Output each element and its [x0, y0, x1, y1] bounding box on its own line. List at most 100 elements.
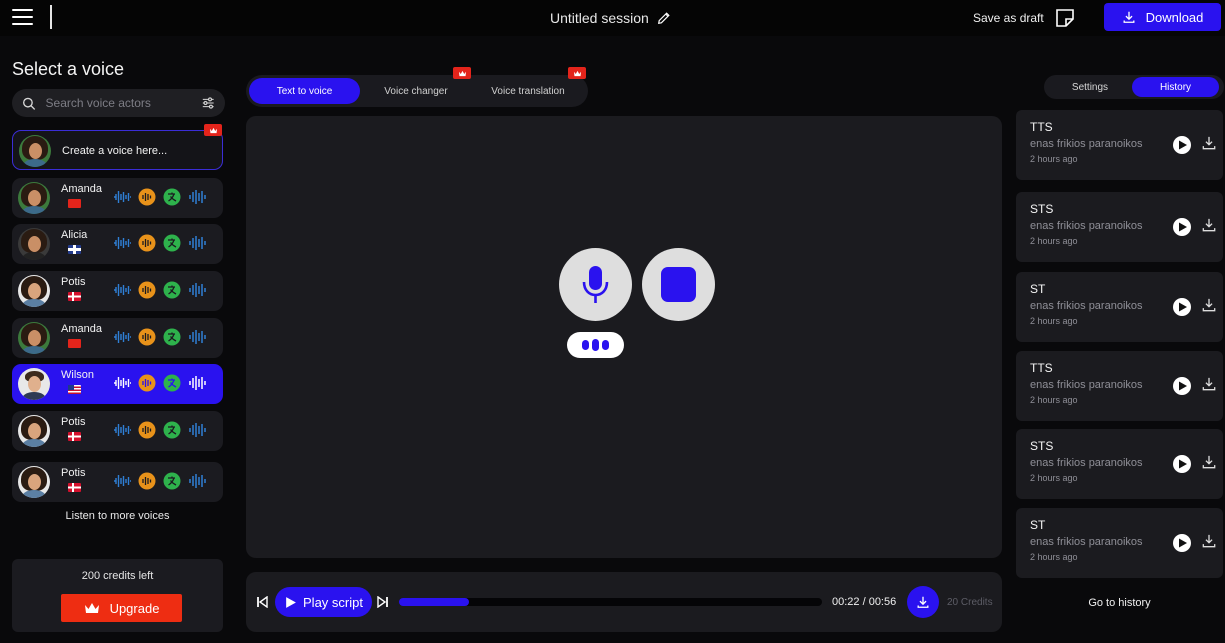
- play-icon[interactable]: [1173, 377, 1191, 395]
- download-icon[interactable]: [1202, 377, 1216, 391]
- translate-icon[interactable]: [163, 328, 181, 346]
- menu-icon[interactable]: [12, 9, 33, 25]
- crown-icon: [453, 67, 471, 79]
- equalizer-icon[interactable]: [188, 188, 206, 206]
- china-flag-icon: [68, 199, 81, 208]
- sound-icon[interactable]: [138, 234, 156, 252]
- stop-icon: [661, 267, 696, 302]
- voice-name: Wilson: [61, 369, 95, 381]
- translate-icon[interactable]: [163, 374, 181, 392]
- create-voice-item[interactable]: Create a voice here...: [12, 130, 223, 170]
- waveform-icon[interactable]: [113, 281, 131, 299]
- tab-text-to-voice[interactable]: Text to voice: [249, 78, 360, 104]
- crown-icon: [204, 124, 222, 136]
- search-voice-box[interactable]: [12, 89, 225, 117]
- crown-icon: [568, 67, 586, 79]
- history-item[interactable]: STS enas frikios paranoikos 2 hours ago: [1016, 429, 1223, 499]
- sound-icon[interactable]: [138, 374, 156, 392]
- waveform-icon[interactable]: [113, 188, 131, 206]
- history-item[interactable]: STS enas frikios paranoikos 2 hours ago: [1016, 192, 1223, 262]
- waveform-icon[interactable]: [113, 374, 131, 392]
- avatar: [18, 228, 50, 260]
- equalizer-icon[interactable]: [188, 472, 206, 490]
- translate-icon[interactable]: [163, 281, 181, 299]
- play-icon[interactable]: [1173, 136, 1191, 154]
- sound-icon[interactable]: [138, 188, 156, 206]
- history-time: 2 hours ago: [1030, 316, 1078, 326]
- translate-icon[interactable]: [163, 421, 181, 439]
- play-icon[interactable]: [1173, 534, 1191, 552]
- download-button[interactable]: Download: [1104, 3, 1221, 31]
- equalizer-icon[interactable]: [188, 281, 206, 299]
- sound-icon[interactable]: [138, 472, 156, 490]
- download-icon[interactable]: [1202, 534, 1216, 548]
- voice-item[interactable]: Amanda: [12, 318, 223, 358]
- download-icon[interactable]: [1202, 298, 1216, 312]
- voice-item[interactable]: Potis: [12, 271, 223, 311]
- equalizer-icon[interactable]: [188, 328, 206, 346]
- equalizer-icon[interactable]: [188, 234, 206, 252]
- translate-icon[interactable]: [163, 234, 181, 252]
- session-title[interactable]: Untitled session: [550, 10, 671, 26]
- microphone-button[interactable]: [559, 248, 632, 321]
- go-to-history-link[interactable]: Go to history: [1016, 597, 1223, 609]
- edit-icon[interactable]: [657, 11, 671, 25]
- tab-voice-translation[interactable]: Voice translation: [472, 78, 584, 104]
- sound-icon[interactable]: [138, 328, 156, 346]
- play-icon[interactable]: [1173, 455, 1191, 473]
- create-voice-label: Create a voice here...: [62, 145, 168, 157]
- voice-item[interactable]: Alicia: [12, 224, 223, 264]
- avatar: [18, 182, 50, 214]
- skip-back-icon[interactable]: [256, 596, 268, 608]
- voice-item[interactable]: Potis: [12, 411, 223, 451]
- download-icon[interactable]: [1202, 218, 1216, 232]
- translate-icon[interactable]: [163, 472, 181, 490]
- progress-track[interactable]: [399, 598, 822, 606]
- denmark-flag-icon: [68, 432, 81, 441]
- voice-item[interactable]: Potis: [12, 462, 223, 502]
- play-icon[interactable]: [1173, 298, 1191, 316]
- equalizer-icon[interactable]: [188, 374, 206, 392]
- history-item[interactable]: TTS enas frikios paranoikos 2 hours ago: [1016, 110, 1223, 180]
- play-script-button[interactable]: Play script: [275, 587, 372, 617]
- skip-forward-icon[interactable]: [377, 596, 389, 608]
- recording-panel: [246, 116, 1002, 558]
- download-label: Download: [1145, 9, 1204, 25]
- history-item[interactable]: ST enas frikios paranoikos 2 hours ago: [1016, 508, 1223, 578]
- download-icon[interactable]: [1202, 455, 1216, 469]
- translate-icon[interactable]: [163, 188, 181, 206]
- history-time: 2 hours ago: [1030, 395, 1078, 405]
- avatar: [18, 275, 50, 307]
- save-draft-icon[interactable]: [1054, 7, 1076, 29]
- save-draft-button[interactable]: Save as draft: [973, 11, 1044, 25]
- download-icon[interactable]: [1202, 136, 1216, 150]
- tab-voice-changer[interactable]: Voice changer: [360, 78, 472, 104]
- tab-settings[interactable]: Settings: [1048, 77, 1132, 97]
- history-time: 2 hours ago: [1030, 473, 1078, 483]
- history-text: enas frikios paranoikos: [1030, 536, 1143, 548]
- upgrade-button[interactable]: Upgrade: [61, 594, 182, 622]
- voice-name: Potis: [61, 467, 86, 479]
- sound-icon[interactable]: [138, 421, 156, 439]
- avatar: [18, 466, 50, 498]
- history-text: enas frikios paranoikos: [1030, 220, 1143, 232]
- filter-icon[interactable]: [201, 95, 215, 111]
- player-download-button[interactable]: [907, 586, 939, 618]
- sound-icon[interactable]: [138, 281, 156, 299]
- history-item[interactable]: TTS enas frikios paranoikos 2 hours ago: [1016, 351, 1223, 421]
- waveform-icon[interactable]: [113, 328, 131, 346]
- history-type: TTS: [1030, 361, 1053, 375]
- more-voices-link[interactable]: Listen to more voices: [12, 510, 223, 522]
- voice-item[interactable]: Amanda: [12, 178, 223, 218]
- tab-history[interactable]: History: [1132, 77, 1219, 97]
- search-input[interactable]: [45, 96, 201, 110]
- history-type: TTS: [1030, 120, 1053, 134]
- waveform-icon[interactable]: [113, 472, 131, 490]
- play-icon[interactable]: [1173, 218, 1191, 236]
- stop-button[interactable]: [642, 248, 715, 321]
- voice-item-selected[interactable]: Wilson: [12, 364, 223, 404]
- equalizer-icon[interactable]: [188, 421, 206, 439]
- waveform-icon[interactable]: [113, 421, 131, 439]
- waveform-icon[interactable]: [113, 234, 131, 252]
- history-item[interactable]: ST enas frikios paranoikos 2 hours ago: [1016, 272, 1223, 342]
